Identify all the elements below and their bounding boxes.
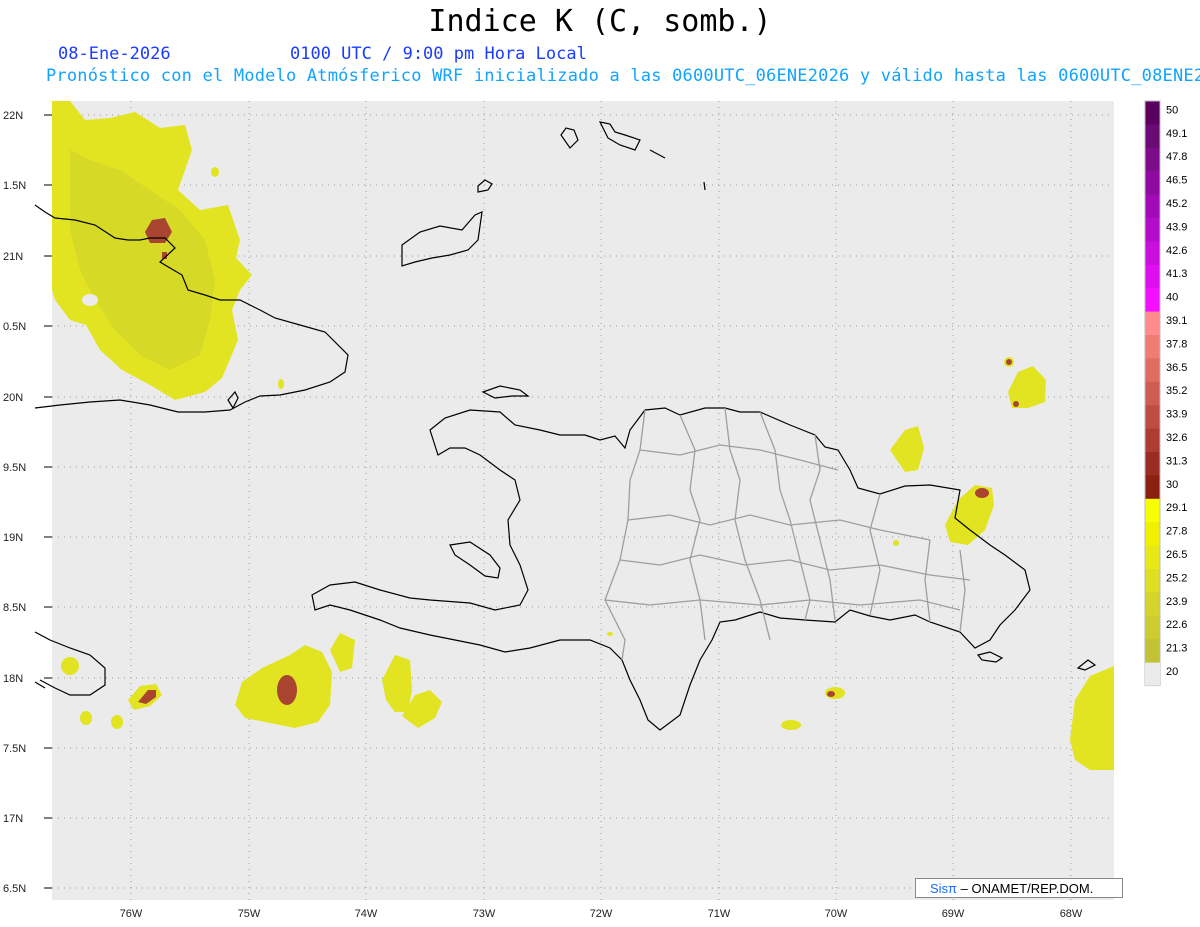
lat-label: 6.5N xyxy=(3,883,26,895)
credit-sis: Sisπ xyxy=(930,881,958,896)
lon-label: 71W xyxy=(708,908,731,920)
colorbar-swatch xyxy=(1145,381,1160,406)
colorbar-label: 36.5 xyxy=(1166,362,1187,374)
shading-peak-south-1 xyxy=(277,675,297,705)
colorbar-label: 31.3 xyxy=(1166,455,1187,467)
colorbar-label: 50 xyxy=(1166,104,1178,116)
colorbar-swatch xyxy=(1145,592,1160,617)
colorbar-swatch xyxy=(1145,358,1160,383)
colorbar-label: 20 xyxy=(1166,666,1178,678)
shading-peak-east-2 xyxy=(1013,401,1019,407)
colorbar-swatch xyxy=(1145,101,1160,125)
colorbar-swatch xyxy=(1145,522,1160,547)
colorbar-label: 35.2 xyxy=(1166,385,1187,397)
lat-label: 0.5N xyxy=(3,321,26,333)
colorbar-swatch xyxy=(1145,428,1160,453)
lon-label: 75W xyxy=(238,908,261,920)
lon-label: 70W xyxy=(825,908,848,920)
lon-label: 68W xyxy=(1060,908,1083,920)
credit-box: Sisπ – ONAMET/REP.DOM. xyxy=(915,878,1123,898)
lon-label: 74W xyxy=(355,908,378,920)
colorbar-swatch xyxy=(1145,405,1160,430)
colorbar-swatch xyxy=(1145,147,1160,172)
lat-label: 20N xyxy=(3,392,23,404)
colorbar-swatch xyxy=(1145,124,1160,149)
lon-labels: 76W 75W 74W 73W 72W 71W 70W 69W 68W xyxy=(120,908,1083,920)
shading-dot-3 xyxy=(893,540,899,546)
lon-label: 72W xyxy=(590,908,613,920)
colorbar-label: 37.8 xyxy=(1166,338,1187,350)
colorbar-swatch xyxy=(1145,545,1160,570)
lon-label: 69W xyxy=(942,908,965,920)
colorbar-label: 29.1 xyxy=(1166,502,1187,514)
lat-label: 21N xyxy=(3,251,23,263)
colorbar-label: 41.3 xyxy=(1166,268,1187,280)
colorbar-swatch xyxy=(1145,452,1160,476)
lat-label: 7.5N xyxy=(3,743,26,755)
colorbar-swatch xyxy=(1145,288,1160,313)
shading-south-8 xyxy=(111,715,123,729)
colorbar-label: 45.2 xyxy=(1166,198,1187,210)
colorbar-label: 23.9 xyxy=(1166,596,1187,608)
lat-label: 1.5N xyxy=(3,180,26,192)
colorbar-label: 47.8 xyxy=(1166,151,1187,163)
colorbar-swatch xyxy=(1145,569,1160,593)
lat-label: 19N xyxy=(3,532,23,544)
shading-south-east-2 xyxy=(781,720,801,730)
colorbar-swatch-below xyxy=(1145,662,1160,686)
colorbar-swatch xyxy=(1145,264,1160,289)
colorbar-label: 40 xyxy=(1166,292,1178,304)
colorbar-label: 46.5 xyxy=(1166,175,1187,187)
colorbar-swatch xyxy=(1145,335,1160,359)
shading-peak-east-3 xyxy=(1006,359,1012,365)
colorbar-label: 42.6 xyxy=(1166,245,1187,257)
shading-peak-south-east-1 xyxy=(827,691,835,697)
shading-peak-samana xyxy=(975,488,989,498)
colorbar-label: 26.5 xyxy=(1166,549,1187,561)
shading-dot-2 xyxy=(278,379,284,389)
colorbar-swatch xyxy=(1145,498,1160,523)
colorbar-label: 25.2 xyxy=(1166,572,1187,584)
colorbar-label: 33.9 xyxy=(1166,409,1187,421)
colorbar-label: 22.6 xyxy=(1166,619,1187,631)
colorbar-label: 32.6 xyxy=(1166,432,1187,444)
colorbar-swatch xyxy=(1145,194,1160,219)
colorbar-label: 43.9 xyxy=(1166,221,1187,233)
shading-dot-4 xyxy=(607,632,613,636)
colorbar-label: 30 xyxy=(1166,479,1178,491)
colorbar-swatch xyxy=(1145,171,1160,196)
colorbar-swatch xyxy=(1145,241,1160,266)
shading-gap xyxy=(82,294,98,306)
colorbar-swatch xyxy=(1145,475,1160,500)
colorbar-label: 27.8 xyxy=(1166,526,1187,538)
lat-label: 22N xyxy=(3,110,23,122)
lon-label: 76W xyxy=(120,908,143,920)
colorbar: 50 49.1 47.8 46.5 45.2 43.9 42.6 41.3 40 39.1 37.8… xyxy=(1144,100,1187,687)
colorbar-label: 39.1 xyxy=(1166,315,1187,327)
colorbar-swatch xyxy=(1145,218,1160,242)
colorbar-swatch xyxy=(1145,311,1160,336)
lat-label: 18N xyxy=(3,673,23,685)
credit-text: – ONAMET/REP.DOM. xyxy=(957,881,1094,896)
colorbar-label: 49.1 xyxy=(1166,128,1187,140)
shading-south-7 xyxy=(80,711,92,725)
lat-ticks xyxy=(44,114,52,889)
colorbar-swatch xyxy=(1145,615,1160,640)
weather-map: 22N 1.5N 21N 0.5N 20N 9.5N 19N 8.5N 18N … xyxy=(3,100,1187,920)
lat-label: 8.5N xyxy=(3,602,26,614)
colorbar-label: 21.3 xyxy=(1166,643,1187,655)
colorbar-swatch xyxy=(1145,639,1160,664)
shading-south-6 xyxy=(61,657,79,675)
lat-label: 9.5N xyxy=(3,462,26,474)
lat-labels: 22N 1.5N 21N 0.5N 20N 9.5N 19N 8.5N 18N … xyxy=(3,110,26,895)
lon-label: 73W xyxy=(473,908,496,920)
shading-dot-1 xyxy=(211,167,219,177)
lat-label: 17N xyxy=(3,813,23,825)
